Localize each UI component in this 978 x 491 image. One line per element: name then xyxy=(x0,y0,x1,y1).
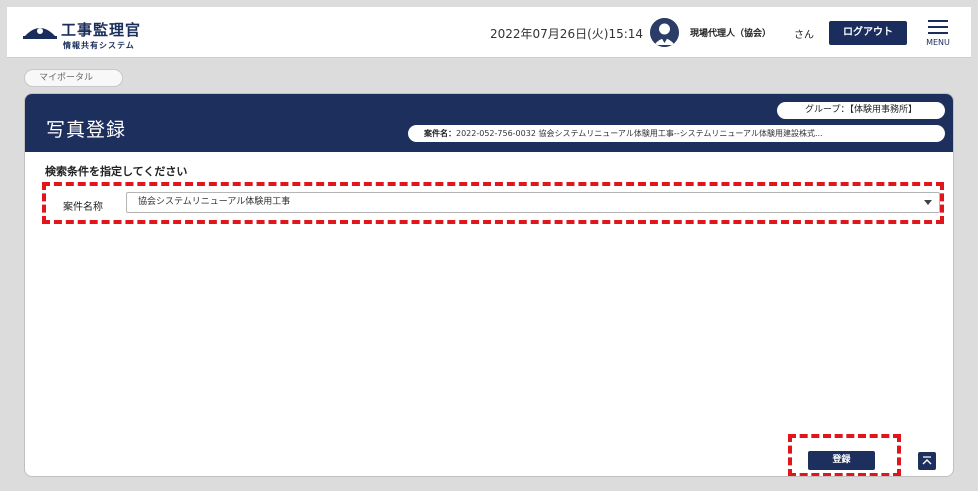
logo-icon xyxy=(23,28,57,39)
project-name-label: 案件名称 xyxy=(63,202,103,213)
menu-button[interactable]: MENU xyxy=(924,18,952,52)
group-badge: グループ：【体験用事務所】 xyxy=(777,102,945,119)
register-button[interactable]: 登録 xyxy=(808,451,875,470)
app-header: 工事監理官 情報共有システム 2022年07月26日(火)15:14 現場代理人… xyxy=(7,7,971,58)
logout-button[interactable]: ログアウト xyxy=(829,21,907,45)
user-avatar xyxy=(650,18,679,47)
user-avatar-icon xyxy=(650,18,679,47)
project-value: 2022-052-756-0032 協会システムリニューアル体験用工事--システ… xyxy=(456,129,823,138)
dropdown-arrow-icon xyxy=(924,200,932,205)
project-label: 案件名： xyxy=(424,129,456,138)
hamburger-icon-bar xyxy=(928,26,948,28)
page-title: 写真登録 xyxy=(46,119,127,141)
search-heading: 検索条件を指定してください xyxy=(45,165,188,178)
user-name: 現場代理人（協会） xyxy=(690,29,772,39)
scroll-to-top-button[interactable] xyxy=(918,452,936,470)
chevron-up-icon xyxy=(922,456,932,465)
photo-registration-panel: 写真登録 グループ：【体験用事務所】 案件名：2022-052-756-0032… xyxy=(24,93,954,477)
app-title: 工事監理官 xyxy=(61,21,142,39)
project-name-select[interactable]: 協会システムリニューアル体験用工事 xyxy=(126,192,940,213)
app-subtitle: 情報共有システム xyxy=(63,41,135,50)
breadcrumb-my-portal[interactable]: マイポータル xyxy=(24,69,123,87)
panel-header: 写真登録 グループ：【体験用事務所】 案件名：2022-052-756-0032… xyxy=(25,94,953,152)
project-badge: 案件名：2022-052-756-0032 協会システムリニューアル体験用工事-… xyxy=(408,125,945,142)
user-honorific: さん xyxy=(794,30,814,41)
hamburger-icon xyxy=(928,20,948,22)
project-name-selected-value: 協会システムリニューアル体験用工事 xyxy=(138,197,291,207)
current-datetime: 2022年07月26日(火)15:14 xyxy=(490,27,644,41)
menu-label: MENU xyxy=(926,38,950,47)
app-logo[interactable]: 工事監理官 情報共有システム xyxy=(23,17,183,51)
hamburger-icon-bar xyxy=(928,32,948,34)
